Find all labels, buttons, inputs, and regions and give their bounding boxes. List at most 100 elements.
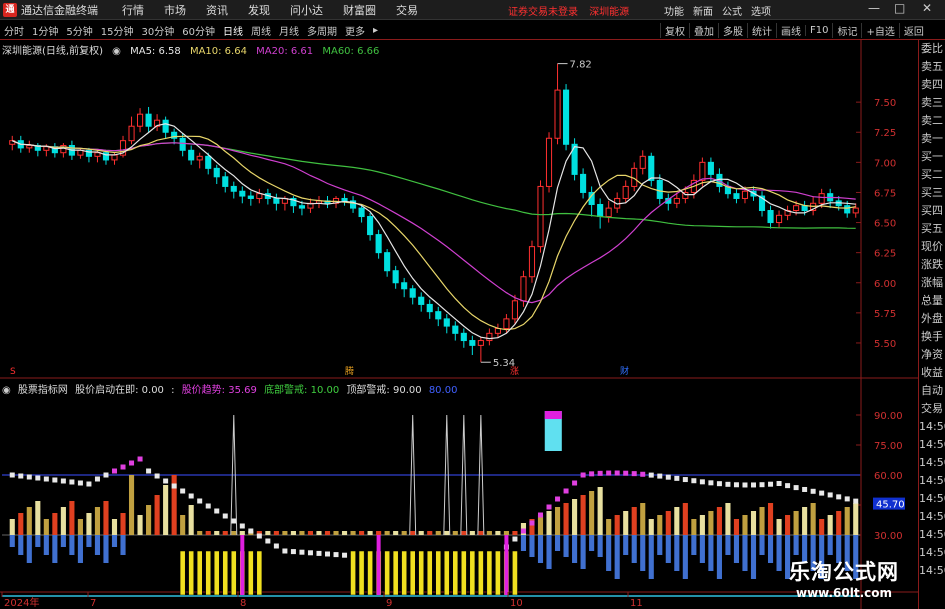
candle-body [818, 193, 825, 204]
ind-pos-bar [793, 511, 799, 535]
menu-item-discover[interactable]: 发现 [238, 2, 280, 18]
sidebar-item-28[interactable]: 14:50 [919, 544, 945, 562]
sidebar-item-15[interactable]: 外盘 [919, 310, 945, 328]
sidebar-item-22[interactable]: 14:50 [919, 436, 945, 454]
maximize-icon[interactable]: □ [894, 1, 905, 15]
ind-pos-bar [427, 531, 433, 535]
btn-add-watch[interactable]: +自选 [861, 22, 898, 38]
menu-item-market[interactable]: 行情 [112, 2, 154, 18]
sidebar-item-6[interactable]: 买一 [919, 148, 945, 166]
tab-timeshare[interactable]: 分时 [0, 23, 28, 38]
menu-item-ask[interactable]: 问小达 [280, 2, 333, 18]
ind-trend-dot [572, 480, 578, 486]
tab-multi-period[interactable]: 多周期 [303, 23, 341, 38]
ind-pos-bar [572, 499, 578, 535]
menu-item-news[interactable]: 资讯 [196, 2, 238, 18]
btn-overlay[interactable]: 叠加 [689, 22, 718, 38]
ma-settings-icon[interactable]: ◉ [112, 46, 121, 57]
sidebar-item-18[interactable]: 收益 [919, 364, 945, 382]
menu-item-trade[interactable]: 交易 [386, 2, 428, 18]
sidebar-item-21[interactable]: 14:50 [919, 418, 945, 436]
tab-monthly[interactable]: 月线 [275, 23, 303, 38]
menu-new-layout[interactable]: 新面 [693, 3, 713, 18]
ind-neg-bar [35, 535, 41, 547]
minimize-icon[interactable]: — [868, 1, 880, 15]
menu-formula[interactable]: 公式 [722, 3, 742, 18]
sidebar-item-8[interactable]: 买三 [919, 184, 945, 202]
ind-trend-dot [580, 472, 586, 478]
ind-trend-dot [154, 473, 160, 479]
sidebar-item-14[interactable]: 总量 [919, 292, 945, 310]
menu-options[interactable]: 选项 [751, 3, 771, 18]
btn-mark[interactable]: 标记 [832, 22, 861, 38]
ind-pos-bar [742, 515, 748, 535]
btn-back[interactable]: 返回 [898, 22, 928, 38]
menu-item-wealth[interactable]: 财富圈 [333, 2, 386, 18]
ind-trend-dot [299, 549, 305, 555]
ind-pos-bar [691, 519, 697, 535]
candle-body [503, 318, 510, 330]
sidebar-item-24[interactable]: 14:50 [919, 472, 945, 490]
sidebar-item-26[interactable]: 14:50 [919, 508, 945, 526]
menu-function[interactable]: 功能 [664, 3, 684, 18]
sidebar-item-4[interactable]: 卖二 [919, 112, 945, 130]
tab-15min[interactable]: 15分钟 [97, 23, 138, 38]
sidebar-item-23[interactable]: 14:50 [919, 454, 945, 472]
sidebar-item-19[interactable]: 自动 [919, 382, 945, 400]
ind-pos-bar [282, 531, 288, 535]
sidebar-item-3[interactable]: 卖三 [919, 94, 945, 112]
ind-pos-bar [657, 515, 663, 535]
sidebar-item-2[interactable]: 卖四 [919, 76, 945, 94]
sidebar-item-17[interactable]: 净资 [919, 346, 945, 364]
close-icon[interactable]: ✕ [922, 1, 932, 15]
btn-stats[interactable]: 统计 [747, 22, 776, 38]
ind-start-bar [392, 550, 399, 596]
kline-chart[interactable]: 7.50 7.25 7.00 6.75 6.50 6.25 6.00 5.75 5.50 7.82… [0, 40, 918, 609]
sidebar-item-20[interactable]: 交易 [919, 400, 945, 418]
candle-body [145, 113, 152, 127]
sidebar-item-29[interactable]: 14:50 [919, 562, 945, 580]
tab-more[interactable]: 更多 [341, 23, 369, 38]
ind-neg-bar [529, 535, 535, 557]
sidebar-item-13[interactable]: 涨幅 [919, 274, 945, 292]
sidebar-item-12[interactable]: 涨跌 [919, 256, 945, 274]
more-chevron-icon[interactable]: ▸ [369, 25, 382, 36]
sidebar-item-11[interactable]: 现价 [919, 238, 945, 256]
sidebar-item-27[interactable]: 14:50 [919, 526, 945, 544]
sidebar-item-9[interactable]: 买四 [919, 202, 945, 220]
tab-60min[interactable]: 60分钟 [178, 23, 219, 38]
sidebar-item-10[interactable]: 买五 [919, 220, 945, 238]
sidebar-item-16[interactable]: 换手 [919, 328, 945, 346]
sidebar-item-5[interactable]: 卖一 [919, 130, 945, 148]
tab-weekly[interactable]: 周线 [247, 23, 275, 38]
ma20-label: MA20: 6.61 [256, 46, 314, 57]
candle-body [179, 137, 186, 151]
tab-daily[interactable]: 日线 [219, 23, 247, 38]
ind-pos-bar [802, 507, 808, 535]
tab-5min[interactable]: 5分钟 [62, 23, 96, 38]
sidebar-item-7[interactable]: 买二 [919, 166, 945, 184]
indicator-settings-icon[interactable]: ◉ [2, 385, 11, 396]
btn-adjust[interactable]: 复权 [660, 22, 689, 38]
ind-pos-bar [35, 501, 41, 535]
ind-start-bar [358, 550, 365, 596]
ind-pos-bar [589, 491, 595, 535]
ind-trend-dot [52, 477, 58, 483]
ind-pos-bar [444, 531, 450, 535]
login-status-text[interactable]: 证券交易未登录 [508, 7, 578, 18]
sidebar-item-25[interactable]: 14:50 [919, 490, 945, 508]
event-mark: S [10, 367, 16, 377]
ind-neg-bar [26, 535, 32, 563]
tab-1min[interactable]: 1分钟 [28, 23, 62, 38]
ind-neg-bar [691, 535, 697, 555]
ind-neg-bar [674, 535, 680, 571]
tab-30min[interactable]: 30分钟 [137, 23, 178, 38]
btn-draw[interactable]: 画线 [776, 22, 805, 38]
sidebar-item-1[interactable]: 卖五 [919, 58, 945, 76]
sidebar-item-0[interactable]: 委比 [919, 40, 945, 58]
btn-f10[interactable]: F10 [805, 24, 832, 36]
ind-neg-bar [52, 535, 58, 563]
menu-item-market-center[interactable]: 市场 [154, 2, 196, 18]
ind-start-bar [367, 550, 373, 596]
btn-multi-stock[interactable]: 多股 [718, 22, 747, 38]
